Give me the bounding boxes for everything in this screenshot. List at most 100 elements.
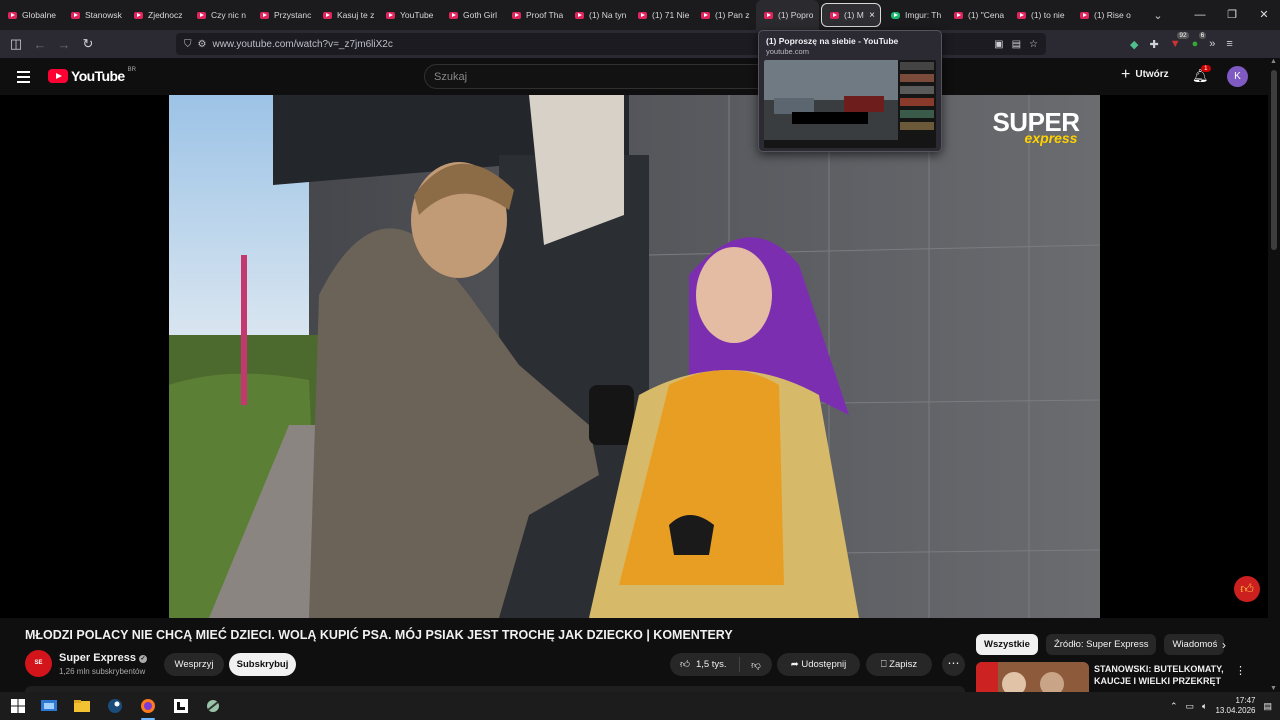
like-button[interactable]: 👍︎ 1,5 tys.: [670, 657, 740, 672]
youtube-logo[interactable]: YouTube BR: [48, 67, 136, 84]
chevron-right-icon[interactable]: ›: [1222, 638, 1226, 652]
browser-tab[interactable]: (1) Mł ×: [821, 3, 881, 27]
youtube-favicon-icon: [512, 11, 521, 19]
url-text[interactable]: www.youtube.com/watch?v=_z7jm6liX2c: [212, 39, 392, 50]
page-scrollbar[interactable]: ▲ ▼: [1268, 58, 1280, 692]
channel-avatar[interactable]: SE: [25, 650, 52, 677]
browser-tab[interactable]: (1) Rise o: [1072, 0, 1135, 30]
tab-label: (1) Na tyn: [589, 10, 627, 20]
permissions-icon[interactable]: ⚙: [198, 39, 207, 50]
vpn-extension-icon[interactable]: ◆: [1130, 38, 1138, 51]
tray-overflow-icon[interactable]: ⌃: [1170, 701, 1178, 712]
menu-icon[interactable]: ≡: [1226, 38, 1232, 50]
dislike-button[interactable]: 👎︎: [740, 659, 772, 671]
browser-tab[interactable]: Kasuj te z: [315, 0, 378, 30]
ublock-extension-icon[interactable]: ▼ 92: [1170, 32, 1189, 50]
notion-app-icon[interactable]: [172, 698, 190, 714]
clock-date: 13.04.2026: [1215, 706, 1256, 715]
forward-button[interactable]: →: [52, 37, 76, 52]
notifications-center-icon[interactable]: ▤: [1263, 701, 1272, 712]
browser-tab[interactable]: Zjednocz: [126, 0, 189, 30]
chip-source[interactable]: Źródło: Super Express: [1045, 634, 1157, 655]
browser-tab[interactable]: Globalne: [0, 0, 63, 30]
close-window-button[interactable]: ✕: [1248, 0, 1280, 30]
share-button[interactable]: ➦ Udostępnij: [777, 653, 860, 676]
tab-label: (1) Mł: [844, 10, 865, 20]
shield-icon[interactable]: ⛉: [184, 39, 192, 50]
scroll-up-icon[interactable]: ▲: [1270, 58, 1277, 65]
tab-label: Czy nic n: [211, 10, 246, 20]
recommendation-title[interactable]: STANOWSKI: BUTELKOMATY, KAUCJE I WIELKI …: [1094, 663, 1224, 687]
video-player[interactable]: SUPER express: [0, 95, 1268, 618]
browser-tab[interactable]: Proof Tha: [504, 0, 567, 30]
channel-name-text[interactable]: Super Express: [59, 652, 136, 664]
browser-tab[interactable]: (1) "Cena: [946, 0, 1009, 30]
maximize-button[interactable]: ❐: [1216, 0, 1248, 30]
reload-button[interactable]: ↻: [76, 36, 100, 52]
tab-label: Goth Girl: [463, 10, 498, 20]
bookmark-star-icon[interactable]: ☆: [1029, 39, 1038, 50]
support-button[interactable]: Wesprzyj: [164, 653, 224, 676]
browser-tab[interactable]: Przystanc: [252, 0, 315, 30]
utility-app-icon[interactable]: [204, 698, 222, 714]
browser-tab[interactable]: (1) 71 Nie: [630, 0, 693, 30]
browser-tab[interactable]: (1) Na tyn: [567, 0, 630, 30]
file-explorer-icon[interactable]: [73, 698, 91, 714]
youtube-favicon-icon: [386, 11, 395, 19]
avatar[interactable]: K: [1227, 66, 1248, 87]
volume-icon[interactable]: 🔈︎: [1202, 701, 1207, 712]
browser-tab[interactable]: Stanowsk: [63, 0, 126, 30]
tab-preview-image: [764, 60, 936, 148]
tab-label: (1) "Cena: [968, 10, 1005, 20]
floating-like-icon[interactable]: 👍︎: [1234, 576, 1260, 602]
start-windows-icon[interactable]: [9, 698, 27, 714]
save-label: Zapisz: [889, 659, 918, 670]
chevron-down-icon[interactable]: ⌄: [1143, 9, 1173, 22]
puzzle-extension-icon[interactable]: ✚: [1149, 38, 1158, 51]
firefox-icon[interactable]: [139, 698, 157, 714]
scroll-down-icon[interactable]: ▼: [1270, 685, 1277, 692]
video-frame[interactable]: SUPER express: [169, 95, 1100, 618]
clock[interactable]: 17:47 13.04.2026: [1215, 696, 1255, 716]
tab-preview-tooltip: (1) Poproszę na siebie - YouTube youtube…: [758, 30, 942, 152]
youtube-favicon-icon: [197, 11, 206, 19]
browser-tab[interactable]: (1) Pan z: [693, 0, 756, 30]
tab-label: Proof Tha: [526, 10, 564, 20]
sidebar-toggle-icon[interactable]: ◫: [4, 36, 28, 52]
browser-tab[interactable]: Goth Girl: [441, 0, 504, 30]
create-button[interactable]: + Utwórz: [1121, 66, 1169, 82]
browser-tab[interactable]: YouTube: [378, 0, 441, 30]
share-icon: ➦: [790, 659, 802, 670]
browser-tab[interactable]: (1) Popro: [756, 0, 819, 30]
recommendation-thumbnail[interactable]: [976, 662, 1089, 692]
notifications-bell-icon[interactable]: 🔔︎ 1: [1192, 65, 1211, 84]
more-actions-icon[interactable]: ⋯: [942, 653, 965, 676]
chip-all[interactable]: Wszystkie: [976, 634, 1038, 655]
channel-name[interactable]: Super Express ✓: [59, 652, 148, 664]
browser-tab-strip: Globalne Stanowsk Zjednocz Czy nic n Przysta…: [0, 0, 1280, 30]
more-vert-icon[interactable]: ⋮: [1235, 664, 1246, 677]
network-icon[interactable]: ▭: [1186, 701, 1195, 712]
adblock-extension-icon[interactable]: ● 6: [1192, 32, 1207, 50]
picture-in-picture-icon[interactable]: ▣: [994, 39, 1003, 50]
tab-label: Kasuj te z: [337, 10, 375, 20]
desktop-app-icon[interactable]: [40, 698, 58, 714]
browser-tab[interactable]: Czy nic n: [189, 0, 252, 30]
minimize-button[interactable]: —: [1184, 0, 1216, 30]
steam-icon[interactable]: [106, 698, 124, 714]
video-frame-image: [169, 95, 1100, 618]
scrollbar-thumb[interactable]: [1271, 70, 1277, 250]
verified-check-icon: ✓: [139, 655, 148, 663]
back-button[interactable]: ←: [28, 37, 52, 52]
save-button[interactable]: ⎕ Zapisz: [866, 653, 932, 676]
overflow-extensions-icon[interactable]: »: [1209, 38, 1215, 50]
browser-tab[interactable]: (1) to nie: [1009, 0, 1072, 30]
close-tab-icon[interactable]: ×: [869, 10, 875, 21]
search-input[interactable]: Szukaj: [424, 64, 764, 89]
chip-news[interactable]: Wiadomoś: [1164, 634, 1225, 655]
menu-hamburger-icon[interactable]: [17, 71, 30, 86]
reader-view-icon[interactable]: ▤: [1012, 39, 1021, 50]
subscribe-button[interactable]: Subskrybuj: [229, 653, 296, 676]
browser-tab[interactable]: Imgur: Th: [883, 0, 946, 30]
tab-preview-title: (1) Poproszę na siebie - YouTube: [766, 36, 899, 46]
